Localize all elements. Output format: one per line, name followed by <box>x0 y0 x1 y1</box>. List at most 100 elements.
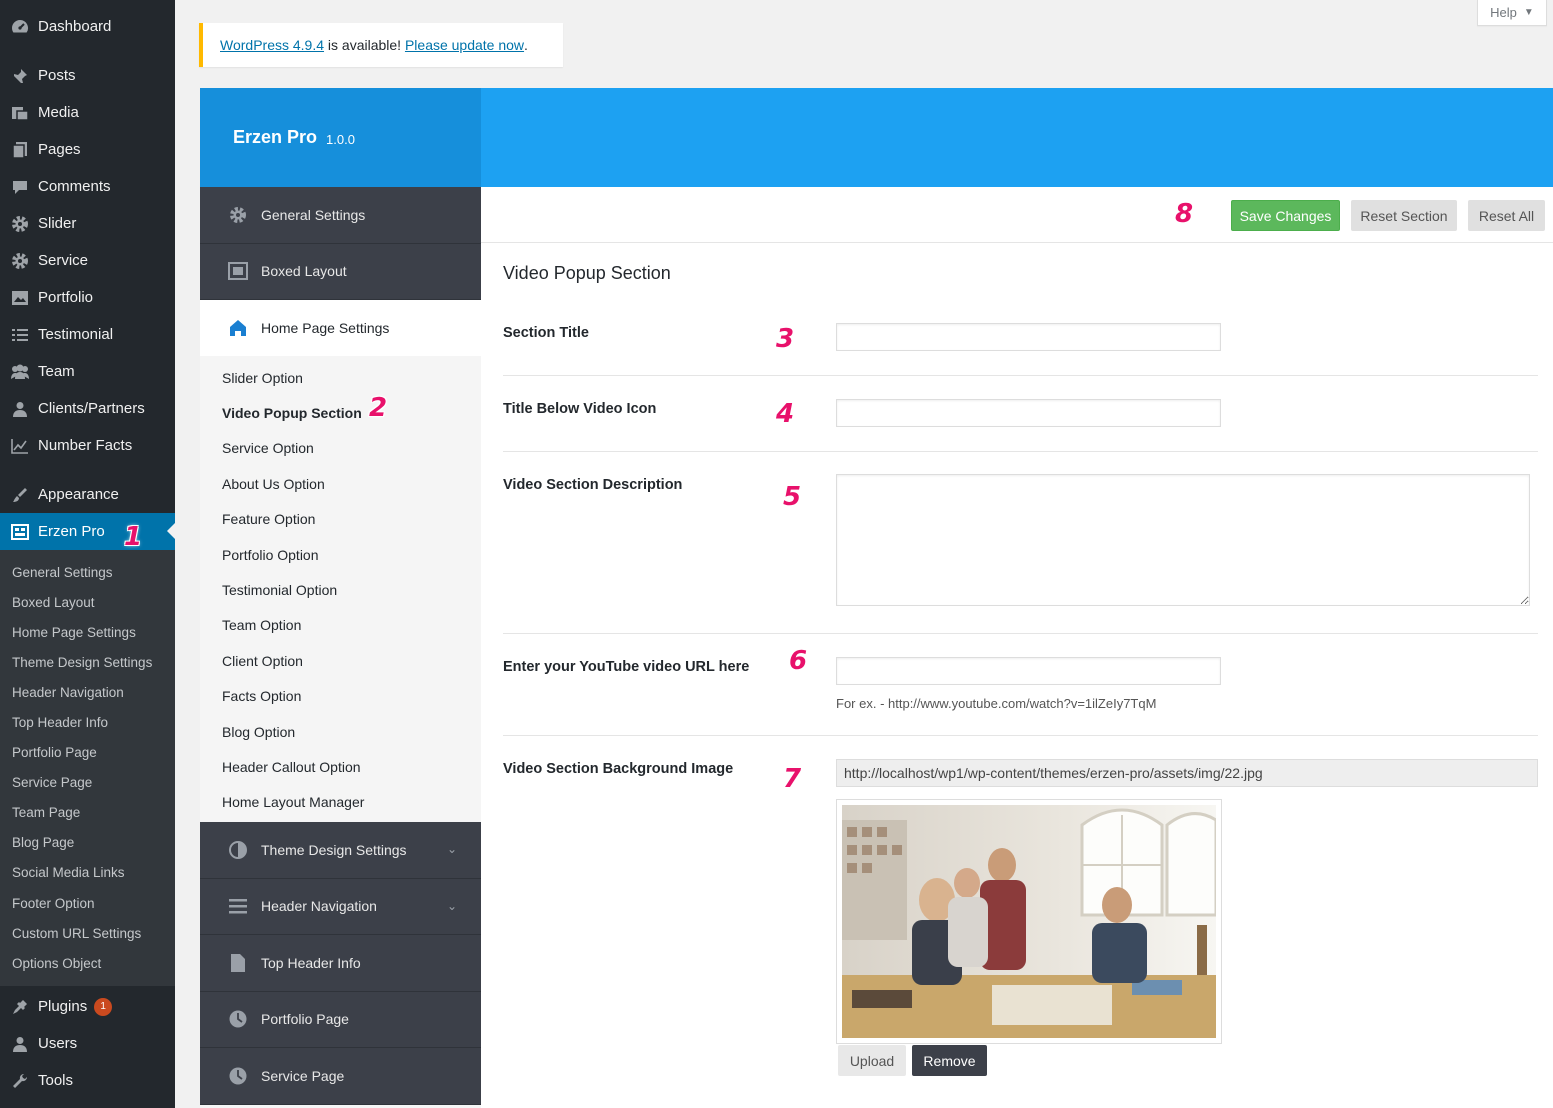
update-count-badge: 1 <box>94 997 113 1016</box>
submenu-general-settings[interactable]: General Settings <box>0 557 175 587</box>
submenu-social-media-links[interactable]: Social Media Links <box>0 858 175 888</box>
nav-portfolio-page[interactable]: Portfolio Page <box>200 991 481 1049</box>
menu-label: Media <box>38 104 79 121</box>
nav-label: Service Page <box>261 1067 345 1084</box>
nav-home-page-settings[interactable]: Home Page Settings <box>200 300 481 356</box>
menu-label: Number Facts <box>38 437 133 454</box>
submenu-options-object[interactable]: Options Object <box>0 948 175 978</box>
action-bar: Save Changes Reset Section Reset All <box>481 187 1553 243</box>
menu-label: Erzen Pro <box>38 523 105 540</box>
marker-2: 2 <box>369 393 388 423</box>
submenu-theme-design-settings[interactable]: Theme Design Settings <box>0 647 175 677</box>
submenu-blog-page[interactable]: Blog Page <box>0 828 175 858</box>
menu-label: Appearance <box>38 486 119 503</box>
divider <box>503 451 1538 452</box>
marker-6: 6 <box>789 646 808 676</box>
marker-7: 7 <box>783 764 802 794</box>
marker-4: 4 <box>776 399 795 429</box>
menu-tools[interactable]: Tools <box>0 1062 175 1099</box>
menu-clients-partners[interactable]: Clients/Partners <box>0 390 175 427</box>
nav-sub-slider-option[interactable]: Slider Option <box>200 360 481 395</box>
menu-testimonial[interactable]: Testimonial <box>0 316 175 353</box>
menu-posts[interactable]: Posts <box>0 57 175 94</box>
menu-team[interactable]: Team <box>0 353 175 390</box>
menu-erzen-pro[interactable]: Erzen Pro <box>0 513 175 550</box>
nav-header-navigation[interactable]: Header Navigation ⌄ <box>200 878 481 936</box>
wrench-icon <box>9 1072 31 1090</box>
nav-sub-header-callout-option[interactable]: Header Callout Option <box>200 749 481 784</box>
menu-appearance[interactable]: Appearance <box>0 476 175 513</box>
remove-button[interactable]: Remove <box>912 1045 987 1076</box>
nav-sub-blog-option[interactable]: Blog Option <box>200 714 481 749</box>
nav-sub-testimonial-option[interactable]: Testimonial Option <box>200 572 481 607</box>
submenu-footer-option[interactable]: Footer Option <box>0 888 175 918</box>
contrast-icon <box>227 840 249 860</box>
nav-sub-feature-option[interactable]: Feature Option <box>200 502 481 537</box>
title-below-label: Title Below Video Icon <box>503 401 657 417</box>
menu-label: Pages <box>38 141 81 158</box>
youtube-url-hint: For ex. - http://www.youtube.com/watch?v… <box>836 696 1157 711</box>
menu-comments[interactable]: Comments <box>0 168 175 205</box>
submenu-service-page[interactable]: Service Page <box>0 768 175 798</box>
nav-top-header-info[interactable]: Top Header Info <box>200 935 481 992</box>
nav-sub-client-option[interactable]: Client Option <box>200 643 481 678</box>
reset-section-button[interactable]: Reset Section <box>1351 200 1457 231</box>
submenu-home-page-settings[interactable]: Home Page Settings <box>0 617 175 647</box>
nav-sub-service-option[interactable]: Service Option <box>200 431 481 466</box>
boxed-layout-icon <box>227 261 249 281</box>
menu-plugins[interactable]: Plugins 1 <box>0 988 175 1025</box>
youtube-url-input[interactable] <box>836 657 1221 685</box>
notice-end: . <box>524 37 528 53</box>
menu-slider[interactable]: Slider <box>0 205 175 242</box>
menu-label: Posts <box>38 67 76 84</box>
menu-dashboard[interactable]: Dashboard <box>0 8 175 45</box>
youtube-url-label: Enter your YouTube video URL here <box>503 659 750 675</box>
nav-general-settings[interactable]: General Settings <box>200 187 481 244</box>
menu-portfolio[interactable]: Portfolio <box>0 279 175 316</box>
menu-users[interactable]: Users <box>0 1025 175 1062</box>
nav-boxed-layout[interactable]: Boxed Layout <box>200 243 481 300</box>
menu-icon <box>227 896 249 916</box>
menu-number-facts[interactable]: Number Facts <box>0 427 175 464</box>
nav-sub-video-popup-section[interactable]: Video Popup Section <box>200 395 481 430</box>
gear-icon <box>9 252 31 270</box>
submenu-team-page[interactable]: Team Page <box>0 798 175 828</box>
nav-service-page[interactable]: Service Page <box>200 1048 481 1105</box>
submenu-portfolio-page[interactable]: Portfolio Page <box>0 738 175 768</box>
nav-sub-home-layout-manager[interactable]: Home Layout Manager <box>200 785 481 820</box>
marker-1: 1 <box>124 522 143 552</box>
reset-all-button[interactable]: Reset All <box>1468 200 1545 231</box>
nav-sub-facts-option[interactable]: Facts Option <box>200 679 481 714</box>
marker-8: 8 <box>1175 199 1194 229</box>
admin-sidebar: Dashboard Posts Media Pages Comments Slider S… <box>0 0 175 1108</box>
menu-label: Portfolio <box>38 289 94 306</box>
nav-label: Boxed Layout <box>261 263 347 280</box>
submenu-header-navigation[interactable]: Header Navigation <box>0 677 175 707</box>
title-below-input[interactable] <box>836 399 1221 427</box>
update-now-link[interactable]: Please update now <box>405 37 524 53</box>
description-textarea[interactable] <box>836 474 1530 606</box>
submenu-boxed-layout[interactable]: Boxed Layout <box>0 587 175 617</box>
background-image-label: Video Section Background Image <box>503 761 734 777</box>
submenu-custom-url-settings[interactable]: Custom URL Settings <box>0 918 175 948</box>
upload-button[interactable]: Upload <box>838 1045 906 1076</box>
menu-pages[interactable]: Pages <box>0 131 175 168</box>
nav-theme-design-settings[interactable]: Theme Design Settings ⌄ <box>200 822 481 879</box>
nav-sub-team-option[interactable]: Team Option <box>200 608 481 643</box>
divider <box>503 633 1538 634</box>
nav-sub-portfolio-option[interactable]: Portfolio Option <box>200 537 481 572</box>
section-title-input[interactable] <box>836 323 1221 351</box>
menu-label: Testimonial <box>38 326 114 343</box>
menu-service[interactable]: Service <box>0 242 175 279</box>
nav-sub-about-us-option[interactable]: About Us Option <box>200 466 481 501</box>
circle-icon <box>227 1009 249 1029</box>
plugin-icon <box>9 998 31 1016</box>
background-image-url[interactable]: http://localhost/wp1/wp-content/themes/e… <box>836 759 1538 787</box>
menu-media[interactable]: Media <box>0 94 175 131</box>
wordpress-version-link[interactable]: WordPress 4.9.4 <box>220 37 324 53</box>
submenu-top-header-info[interactable]: Top Header Info <box>0 707 175 737</box>
nav-label: Home Page Settings <box>261 320 390 336</box>
brand-name: Erzen Pro <box>233 127 318 147</box>
save-changes-button[interactable]: Save Changes <box>1231 200 1340 231</box>
help-tab[interactable]: Help ▼ <box>1477 0 1547 26</box>
